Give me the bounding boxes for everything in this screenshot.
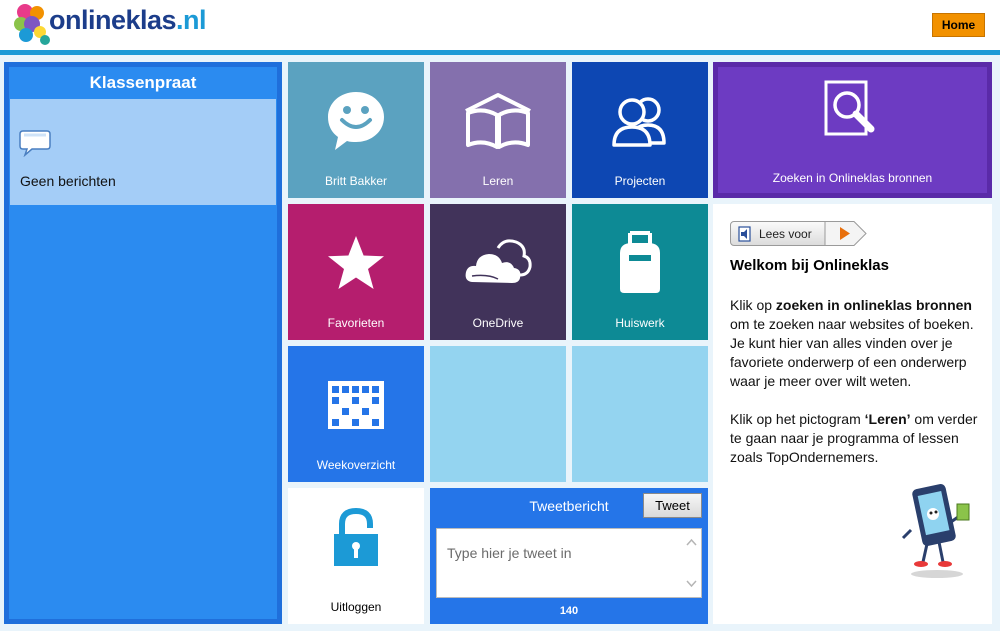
tile-projecten[interactable]: Projecten — [572, 62, 708, 198]
tile-huiswerk[interactable]: Huiswerk — [572, 204, 708, 340]
tile-weekoverzicht[interactable]: Weekoverzicht — [288, 346, 424, 482]
cloud-icon — [430, 218, 566, 308]
onlineklas-logo[interactable]: onlineklas.nl — [13, 2, 213, 48]
tweet-scrollbar[interactable] — [682, 529, 701, 597]
klassenpraat-title: Klassenpraat — [89, 73, 197, 92]
read-aloud-button[interactable]: Lees voor — [730, 221, 867, 246]
empty-tile — [430, 346, 566, 482]
read-aloud-main[interactable]: Lees voor — [730, 221, 826, 246]
tweet-char-counter: 140 — [559, 605, 579, 617]
tweet-input[interactable] — [436, 528, 702, 598]
tile-label: Uitloggen — [330, 600, 382, 614]
no-messages-text: Geen berichten — [20, 173, 116, 189]
tile-label: Huiswerk — [615, 316, 665, 330]
read-aloud-label: Lees voor — [759, 226, 812, 241]
welcome-paragraph-2: Klik op het pictogram ‘Leren’ om verder … — [730, 411, 978, 465]
backpack-icon — [572, 218, 708, 308]
tile-label: Zoeken in Onlineklas bronnen — [772, 171, 933, 185]
star-icon — [288, 218, 424, 308]
tile-label: OneDrive — [472, 316, 524, 330]
empty-tile — [572, 346, 708, 482]
tile-label: Britt Bakker — [324, 174, 387, 188]
tile-uitloggen[interactable]: Uitloggen — [288, 488, 424, 624]
logo-text: onlineklas.nl — [49, 5, 207, 35]
welcome-panel: Lees voor Welkom bij Onlineklas Klik op … — [713, 204, 992, 624]
calendar-icon — [288, 360, 424, 450]
tile-zoeken-bronnen[interactable]: Zoeken in Onlineklas bronnen — [713, 62, 992, 198]
speech-bubble-icon — [19, 130, 51, 157]
header-bar: onlineklas.nl Home — [0, 0, 1000, 50]
tweet-panel: Tweetbericht Tweet 140 — [430, 488, 708, 624]
tile-label: Projecten — [614, 174, 666, 188]
padlock-icon — [288, 508, 424, 572]
klassenpraat-panel: Klassenpraat Geen berichten — [4, 62, 282, 624]
welcome-heading: Welkom bij Onlineklas — [730, 257, 889, 274]
home-button[interactable]: Home — [932, 13, 985, 37]
tile-label: Weekoverzicht — [316, 458, 396, 472]
header-divider — [0, 50, 1000, 55]
tablet-mascot-image — [901, 484, 970, 578]
messages-box: Geen berichten — [10, 99, 276, 205]
play-icon[interactable] — [824, 221, 867, 246]
speaker-doc-icon — [738, 226, 751, 242]
tile-label: Leren — [482, 174, 514, 188]
people-icon — [572, 76, 708, 166]
tile-leren[interactable]: Leren — [430, 62, 566, 198]
tile-favorieten[interactable]: Favorieten — [288, 204, 424, 340]
logo-bubbles-icon — [14, 4, 50, 45]
search-document-icon — [718, 79, 987, 159]
tile-britt-bakker[interactable]: Britt Bakker — [288, 62, 424, 198]
tile-label: Favorieten — [327, 316, 385, 330]
book-icon — [430, 76, 566, 166]
welcome-paragraph-1: Klik op zoeken in onlineklas bronnen om … — [730, 297, 974, 389]
smiley-speech-icon — [288, 76, 424, 166]
tweet-button[interactable]: Tweet — [643, 493, 702, 518]
tile-onedrive[interactable]: OneDrive — [430, 204, 566, 340]
